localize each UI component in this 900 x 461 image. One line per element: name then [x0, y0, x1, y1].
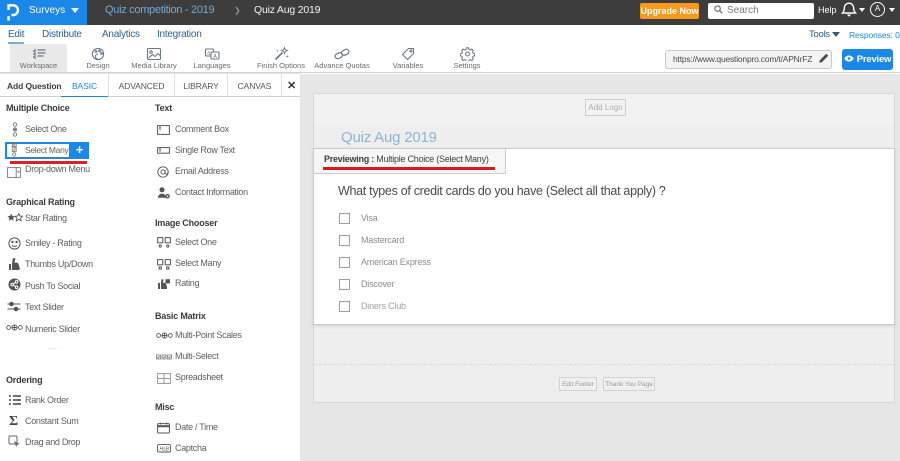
svg-text:A: A: [213, 54, 217, 60]
svg-text:HsB: HsB: [160, 446, 170, 452]
svg-text:Σ: Σ: [9, 414, 18, 427]
